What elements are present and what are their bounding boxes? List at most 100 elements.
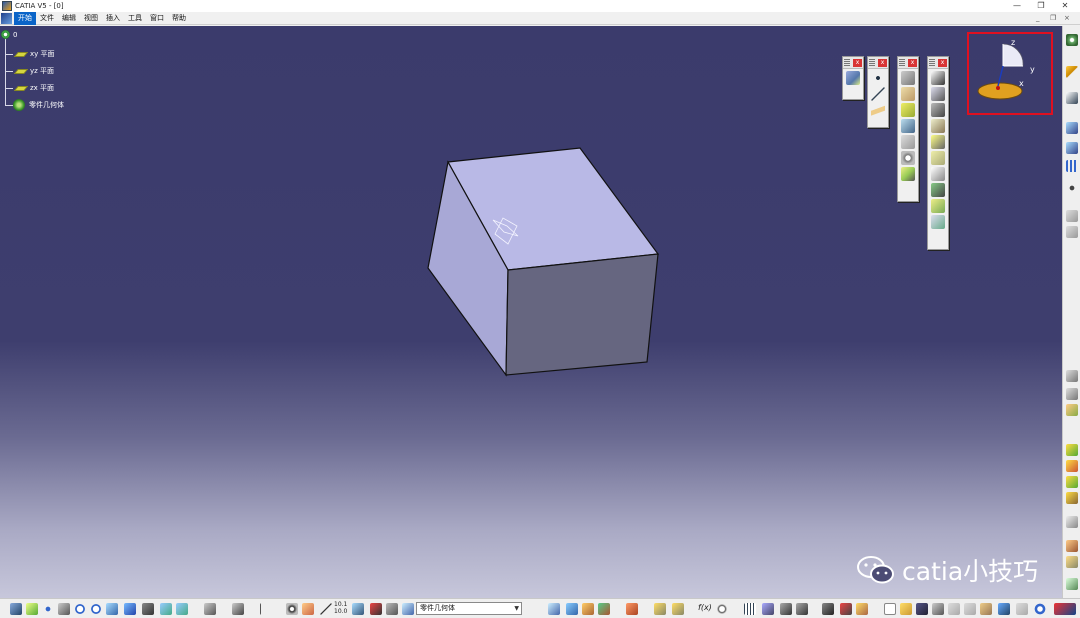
fillet-icon[interactable]: [931, 71, 945, 85]
table-icon[interactable]: [744, 603, 756, 615]
toolbar-close-button[interactable]: x: [938, 58, 947, 67]
material-icon-d[interactable]: [1066, 492, 1078, 504]
shaft-icon[interactable]: [901, 103, 915, 117]
tree-item-part-body[interactable]: 零件几何体: [13, 99, 64, 111]
chamfer-icon[interactable]: [931, 87, 945, 101]
fly-mode-icon[interactable]: [10, 603, 22, 615]
multi-section-icon[interactable]: [901, 167, 915, 181]
body-selector-icon[interactable]: [402, 603, 414, 615]
thickness-icon[interactable]: [931, 135, 945, 149]
restore-button[interactable]: ❐: [1029, 0, 1053, 12]
current-body-select[interactable]: 零件几何体 ▼: [416, 602, 522, 615]
cube-solid[interactable]: [420, 146, 670, 386]
apply-material-icon[interactable]: [548, 603, 560, 615]
update-icon[interactable]: [286, 603, 298, 615]
thread-icon[interactable]: [931, 151, 945, 165]
3d-viewport[interactable]: 0 xy 平面 yz 平面 zx 平面 零件几何体 x x x x z y x …: [0, 26, 1062, 598]
split-icon[interactable]: [931, 199, 945, 213]
doc-minimize-button[interactable]: _: [1036, 14, 1040, 22]
design-table-icon[interactable]: [780, 603, 792, 615]
zoom-in-icon[interactable]: [74, 603, 86, 615]
tool-icon-b[interactable]: [1066, 142, 1078, 154]
snap-icon[interactable]: [1066, 182, 1078, 194]
construction-icon[interactable]: [1066, 210, 1078, 222]
open-file-icon[interactable]: [900, 603, 912, 615]
plane-tool-icon[interactable]: [871, 103, 885, 117]
menu-file[interactable]: 文件: [36, 12, 58, 25]
pan-icon[interactable]: [42, 603, 54, 615]
menu-view[interactable]: 视图: [80, 12, 102, 25]
copy-icon[interactable]: [964, 603, 976, 615]
print-icon[interactable]: [204, 603, 216, 615]
comment-icon[interactable]: [716, 603, 728, 615]
axis-tool-icon[interactable]: [260, 603, 272, 615]
measure-inertia-icon[interactable]: [856, 603, 868, 615]
menu-help[interactable]: 帮助: [168, 12, 190, 25]
toolbar-close-button[interactable]: x: [908, 58, 917, 67]
line-icon[interactable]: [871, 87, 885, 101]
material-icon-a[interactable]: [1066, 444, 1078, 456]
menu-edit[interactable]: 编辑: [58, 12, 80, 25]
layers-icon[interactable]: [386, 603, 398, 615]
menu-window[interactable]: 窗口: [146, 12, 168, 25]
render-style-icon[interactable]: [142, 603, 154, 615]
toolbar-grip-icon[interactable]: [899, 58, 905, 67]
new-file-icon[interactable]: [884, 603, 896, 615]
redo-icon[interactable]: [1016, 603, 1028, 615]
fit-all-icon[interactable]: [26, 603, 38, 615]
hole-icon[interactable]: [901, 135, 915, 149]
toolbar-close-button[interactable]: x: [853, 58, 862, 67]
pad-icon[interactable]: [901, 71, 915, 85]
boolean-icon-b[interactable]: [1066, 540, 1078, 552]
tree-item-zx-plane[interactable]: zx 平面: [13, 83, 54, 93]
doc-restore-button[interactable]: ❐: [1050, 14, 1056, 22]
compass-icon[interactable]: z y x: [975, 36, 1045, 108]
toolbar-grip-icon[interactable]: [844, 58, 850, 67]
thick-surface-icon[interactable]: [931, 215, 945, 229]
boolean-icon-a[interactable]: [1066, 516, 1078, 528]
replace-face-icon[interactable]: [931, 183, 945, 197]
swap-space-icon[interactable]: [176, 603, 188, 615]
undo-icon[interactable]: [998, 603, 1010, 615]
toolbar-grip-icon[interactable]: [869, 58, 875, 67]
knowledge-icon-b[interactable]: [672, 603, 684, 615]
minimize-button[interactable]: —: [1005, 0, 1029, 12]
toolbar-close-button[interactable]: x: [878, 58, 887, 67]
save-icon[interactable]: [916, 603, 928, 615]
zoom-out-icon[interactable]: [90, 603, 102, 615]
menu-start[interactable]: 开始: [14, 11, 36, 25]
menu-tools[interactable]: 工具: [124, 12, 146, 25]
help-icon[interactable]: [1034, 603, 1046, 615]
draft-icon[interactable]: [931, 103, 945, 117]
select-arrow-icon[interactable]: [1066, 66, 1078, 78]
workbench-icon[interactable]: [1066, 34, 1078, 46]
material-icon-b[interactable]: [1066, 460, 1078, 472]
scissors-icon[interactable]: [370, 603, 382, 615]
normal-view-icon[interactable]: [106, 603, 118, 615]
layer-icon[interactable]: [846, 71, 860, 85]
hide-show-icon[interactable]: [160, 603, 172, 615]
grid-icon[interactable]: [1066, 160, 1078, 172]
point-icon[interactable]: [871, 71, 885, 85]
constraint-icon[interactable]: [1066, 226, 1078, 238]
boolean-icon-d[interactable]: [1066, 578, 1078, 590]
shell-icon[interactable]: [931, 119, 945, 133]
dimension-icon[interactable]: [1066, 370, 1078, 382]
tool-icon-a[interactable]: [1066, 122, 1078, 134]
groove-icon[interactable]: [901, 119, 915, 133]
catalog-icon[interactable]: [232, 603, 244, 615]
tree-item-yz-plane[interactable]: yz 平面: [13, 66, 54, 76]
formula-button[interactable]: f(x): [698, 603, 712, 612]
render-icon-b[interactable]: [582, 603, 594, 615]
cut-icon[interactable]: [948, 603, 960, 615]
sketch-analysis-icon[interactable]: [626, 603, 638, 615]
render-icon-c[interactable]: [598, 603, 610, 615]
close-button[interactable]: ✕: [1053, 0, 1077, 12]
sketcher-icon[interactable]: [1066, 92, 1078, 104]
law-icon[interactable]: [796, 603, 808, 615]
measure-tool-icon[interactable]: [352, 603, 364, 615]
constraint-axis-icon[interactable]: [320, 603, 332, 615]
measure-item-icon[interactable]: [840, 603, 852, 615]
rotate-icon[interactable]: [58, 603, 70, 615]
document-icon[interactable]: [1, 12, 12, 24]
